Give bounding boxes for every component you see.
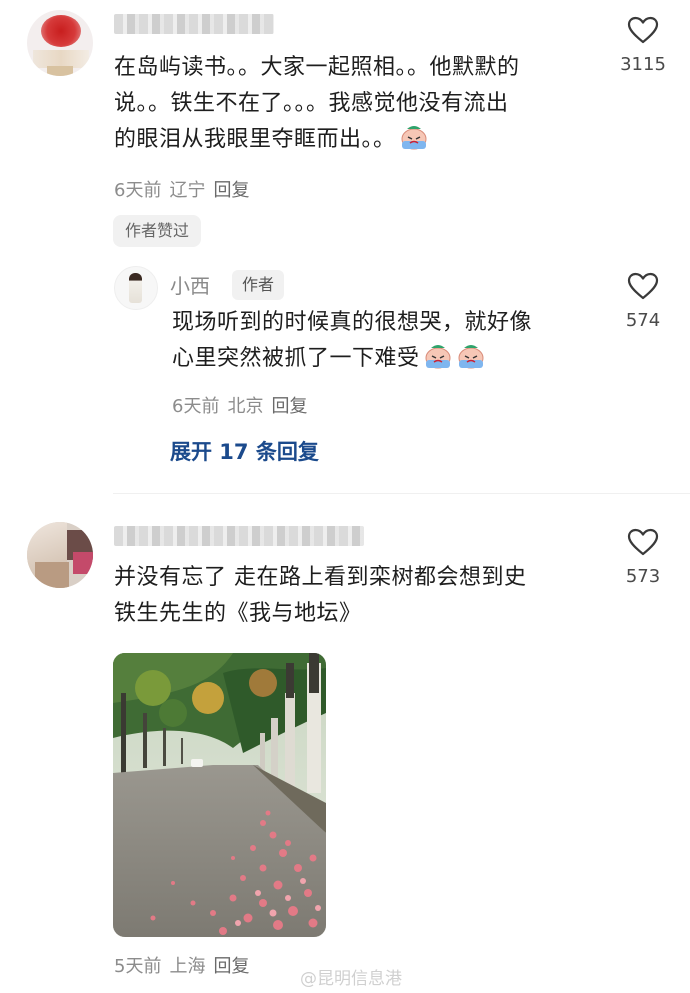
like-button[interactable]: 573 bbox=[608, 528, 678, 587]
reply-text: 现场听到的时候真的很想哭，就好像 心里突然被抓了一下难受 bbox=[172, 310, 533, 371]
reply-button[interactable]: 回复 bbox=[213, 956, 249, 977]
heart-outline-icon bbox=[627, 272, 659, 300]
road-photo-illustration bbox=[113, 653, 326, 937]
crying-emoji-icon bbox=[425, 345, 451, 369]
reply-button[interactable]: 回复 bbox=[271, 396, 307, 417]
like-count: 573 bbox=[625, 566, 661, 587]
crying-emoji-icon bbox=[458, 345, 484, 369]
commenter-name-blurred[interactable] bbox=[114, 14, 274, 34]
comment-text: 在岛屿读书。。大家一起照相。。他默默的 说。。铁生不在了。。。我感觉他没有流出 … bbox=[114, 55, 520, 152]
crying-emoji-icon bbox=[401, 126, 427, 150]
author-liked-badge: 作者赞过 bbox=[113, 215, 202, 247]
commenter-name-blurred[interactable] bbox=[114, 526, 364, 546]
reply-author-name[interactable]: 小西 bbox=[170, 270, 210, 299]
heart-outline-icon bbox=[627, 16, 659, 44]
reply-meta: 6天前 北京 回复 bbox=[172, 396, 308, 417]
watermark: @昆明信息港 bbox=[300, 969, 402, 989]
comment-text: 并没有忘了 走在路上看到栾树都会想到史 铁生先生的《我与地坛》 bbox=[114, 565, 527, 626]
author-tag: 作者 bbox=[232, 270, 285, 300]
like-count: 3115 bbox=[620, 54, 666, 75]
comment-meta: 6天前 辽宁 回复 bbox=[114, 180, 250, 201]
commenter-avatar[interactable] bbox=[27, 10, 93, 76]
expand-replies-link[interactable]: 展开 17 条回复 bbox=[170, 436, 319, 466]
like-button[interactable]: 574 bbox=[608, 272, 678, 331]
like-button[interactable]: 3115 bbox=[608, 16, 678, 75]
reply-button[interactable]: 回复 bbox=[213, 180, 249, 201]
comment-meta: 5天前 上海 回复 bbox=[114, 956, 250, 977]
commenter-avatar[interactable] bbox=[27, 522, 93, 588]
reply-avatar[interactable] bbox=[114, 266, 158, 310]
like-count: 574 bbox=[625, 310, 661, 331]
comment-photo[interactable] bbox=[113, 653, 326, 937]
divider bbox=[113, 493, 690, 494]
heart-outline-icon bbox=[627, 528, 659, 556]
